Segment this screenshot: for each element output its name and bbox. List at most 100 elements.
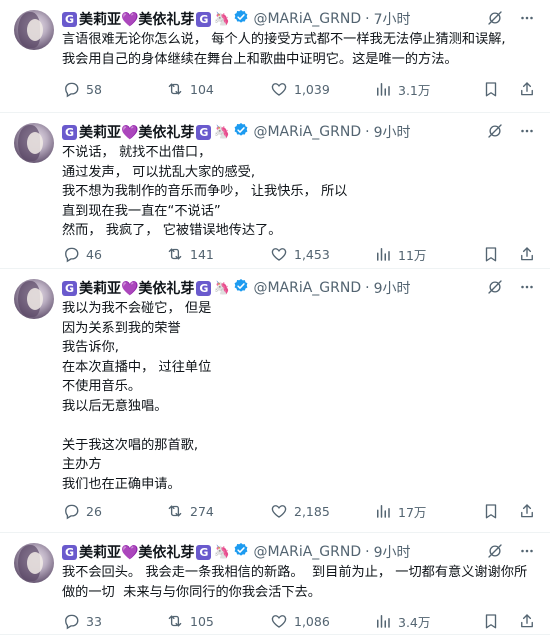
view-count: 11万	[398, 247, 427, 263]
views-icon	[374, 245, 398, 263]
repost-button[interactable]: 141	[166, 245, 270, 263]
tweet[interactable]: G 美莉亚💜美依礼芽 G 🦄 @MARiA_GRND · 9小时 不说话， 就找…	[0, 113, 550, 269]
like-button[interactable]: 1,086	[270, 612, 374, 630]
reply-button[interactable]: 46	[62, 245, 166, 263]
reply-icon	[62, 612, 86, 630]
like-count: 1,039	[294, 81, 330, 97]
repost-button[interactable]: 274	[166, 502, 270, 520]
views-icon	[374, 80, 398, 98]
emoji-g-icon: G	[196, 124, 212, 140]
bookmark-icon[interactable]	[482, 245, 500, 263]
display-name[interactable]: G 美莉亚💜美依礼芽 G 🦄	[62, 9, 230, 29]
tweet-header: G 美莉亚💜美依礼芽 G 🦄 @MARiA_GRND · 9小时	[62, 278, 411, 298]
reply-button[interactable]: 33	[62, 612, 166, 630]
share-icon[interactable]	[518, 612, 536, 630]
heart-icon	[270, 612, 294, 630]
repost-count: 105	[190, 613, 214, 629]
like-button[interactable]: 2,185	[270, 502, 374, 520]
display-name-text: 美莉亚💜美依礼芽	[79, 545, 195, 561]
avatar[interactable]	[14, 543, 54, 583]
verified-badge-icon	[230, 542, 249, 562]
timeline-feed: G 美莉亚💜美依礼芽 G 🦄 @MARiA_GRND · 7小时 言语很难无论你…	[0, 0, 550, 635]
grok-icon[interactable]	[486, 9, 504, 27]
like-button[interactable]: 1,039	[270, 80, 374, 98]
verified-badge-icon	[230, 9, 249, 29]
more-icon[interactable]	[518, 122, 536, 140]
tweet-header: G 美莉亚💜美依礼芽 G 🦄 @MARiA_GRND · 7小时	[62, 9, 411, 29]
bookmark-icon[interactable]	[482, 502, 500, 520]
tweet-header: G 美莉亚💜美依礼芽 G 🦄 @MARiA_GRND · 9小时	[62, 122, 411, 142]
views-button[interactable]: 3.4万	[374, 612, 470, 631]
timestamp[interactable]: 9小时	[374, 542, 411, 562]
tweet-actions: 58 104 1,039 3.1万	[62, 79, 536, 99]
reply-count: 46	[86, 246, 102, 262]
user-handle[interactable]: @MARiA_GRND	[253, 544, 361, 560]
more-icon[interactable]	[518, 9, 536, 27]
tweet-end-actions	[482, 502, 536, 520]
tweet[interactable]: G 美莉亚💜美依礼芽 G 🦄 @MARiA_GRND · 7小时 言语很难无论你…	[0, 0, 550, 113]
display-name[interactable]: G 美莉亚💜美依礼芽 G 🦄	[62, 278, 230, 298]
views-button[interactable]: 17万	[374, 502, 470, 521]
emoji-g-icon: G	[62, 124, 77, 140]
display-name-text: 美莉亚💜美依礼芽	[79, 281, 195, 297]
tweet[interactable]: G 美莉亚💜美依礼芽 G 🦄 @MARiA_GRND · 9小时 我不会回头。 …	[0, 533, 550, 635]
avatar[interactable]	[14, 123, 54, 163]
unicorn-icon: 🦄	[213, 280, 230, 296]
views-button[interactable]: 11万	[374, 245, 470, 264]
repost-count: 274	[190, 503, 214, 519]
like-button[interactable]: 1,453	[270, 245, 374, 263]
timestamp[interactable]: 9小时	[374, 278, 411, 298]
unicorn-icon: 🦄	[213, 11, 230, 27]
tweet-end-actions	[482, 80, 536, 98]
like-count: 1,086	[294, 613, 330, 629]
separator-dot: ·	[365, 124, 370, 140]
bookmark-icon[interactable]	[482, 80, 500, 98]
display-name[interactable]: G 美莉亚💜美依礼芽 G 🦄	[62, 542, 230, 562]
verified-badge-icon	[230, 122, 249, 142]
repost-button[interactable]: 105	[166, 612, 270, 630]
tweet-actions: 46 141 1,453 11万	[62, 244, 536, 264]
unicorn-icon: 🦄	[213, 544, 230, 560]
share-icon[interactable]	[518, 80, 536, 98]
reply-count: 58	[86, 81, 102, 97]
view-count: 17万	[398, 504, 427, 520]
user-handle[interactable]: @MARiA_GRND	[253, 11, 361, 27]
emoji-g-icon: G	[62, 280, 77, 296]
views-button[interactable]: 3.1万	[374, 80, 470, 99]
reply-count: 33	[86, 613, 102, 629]
separator-dot: ·	[365, 280, 370, 296]
reply-button[interactable]: 58	[62, 80, 166, 98]
reply-icon	[62, 80, 86, 98]
tweet-top-actions	[486, 542, 536, 560]
avatar[interactable]	[14, 279, 54, 319]
tweet-header: G 美莉亚💜美依礼芽 G 🦄 @MARiA_GRND · 9小时	[62, 542, 411, 562]
more-icon[interactable]	[518, 542, 536, 560]
user-handle[interactable]: @MARiA_GRND	[253, 280, 361, 296]
like-count: 1,453	[294, 246, 330, 262]
more-icon[interactable]	[518, 278, 536, 296]
tweet-actions: 26 274 2,185 17万	[62, 501, 536, 521]
tweet-top-actions	[486, 278, 536, 296]
reply-button[interactable]: 26	[62, 502, 166, 520]
share-icon[interactable]	[518, 245, 536, 263]
display-name[interactable]: G 美莉亚💜美依礼芽 G 🦄	[62, 122, 230, 142]
separator-dot: ·	[365, 544, 370, 560]
tweet-end-actions	[482, 245, 536, 263]
emoji-g-icon: G	[62, 544, 77, 560]
share-icon[interactable]	[518, 502, 536, 520]
tweet-text: 言语很难无论你怎么说， 每个人的接受方式都不一样我无法停止猜测和误解, 我会用自…	[62, 32, 506, 67]
tweet[interactable]: G 美莉亚💜美依礼芽 G 🦄 @MARiA_GRND · 9小时 我以为我不会碰…	[0, 269, 550, 533]
grok-icon[interactable]	[486, 542, 504, 560]
verified-badge-icon	[230, 278, 249, 298]
bookmark-icon[interactable]	[482, 612, 500, 630]
heart-icon	[270, 80, 294, 98]
timestamp[interactable]: 9小时	[374, 122, 411, 142]
timestamp[interactable]: 7小时	[374, 9, 411, 29]
grok-icon[interactable]	[486, 278, 504, 296]
grok-icon[interactable]	[486, 122, 504, 140]
repost-icon	[166, 80, 190, 98]
avatar[interactable]	[14, 10, 54, 50]
user-handle[interactable]: @MARiA_GRND	[253, 124, 361, 140]
view-count: 3.1万	[398, 82, 431, 98]
repost-button[interactable]: 104	[166, 80, 270, 98]
